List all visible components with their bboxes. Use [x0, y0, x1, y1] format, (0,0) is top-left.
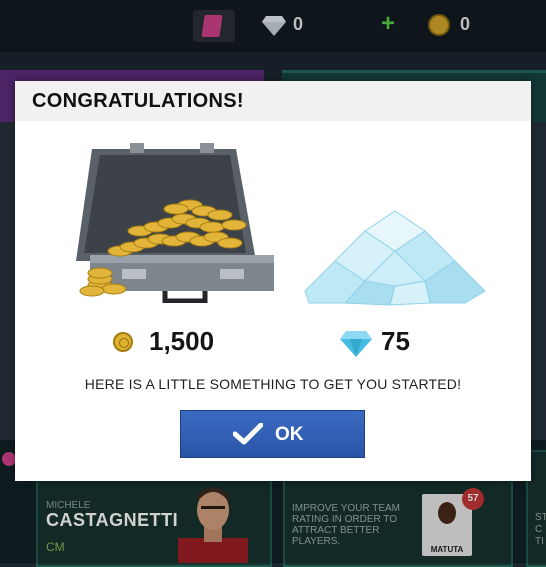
ok-button[interactable]: OK — [180, 410, 365, 458]
dialog-title: CONGRATULATIONS! — [32, 90, 244, 112]
coin-reward-icon — [113, 332, 133, 352]
gem-reward-amount: 75 — [381, 326, 410, 356]
briefcase-of-coins-image — [76, 143, 274, 303]
gem-reward-icon — [340, 331, 372, 357]
checkmark-icon — [233, 423, 263, 445]
dialog-message: HERE IS A LITTLE SOMETHING TO GET YOU ST… — [84, 376, 462, 392]
dialog-header: CONGRATULATIONS! — [15, 81, 531, 121]
coin-reward-amount: 1,500 — [149, 326, 215, 356]
congratulations-dialog: CONGRATULATIONS! 1,500 75 HERE IS A LITT… — [15, 81, 531, 481]
pile-of-diamonds-image — [304, 210, 486, 306]
ok-button-label: OK — [275, 424, 304, 445]
